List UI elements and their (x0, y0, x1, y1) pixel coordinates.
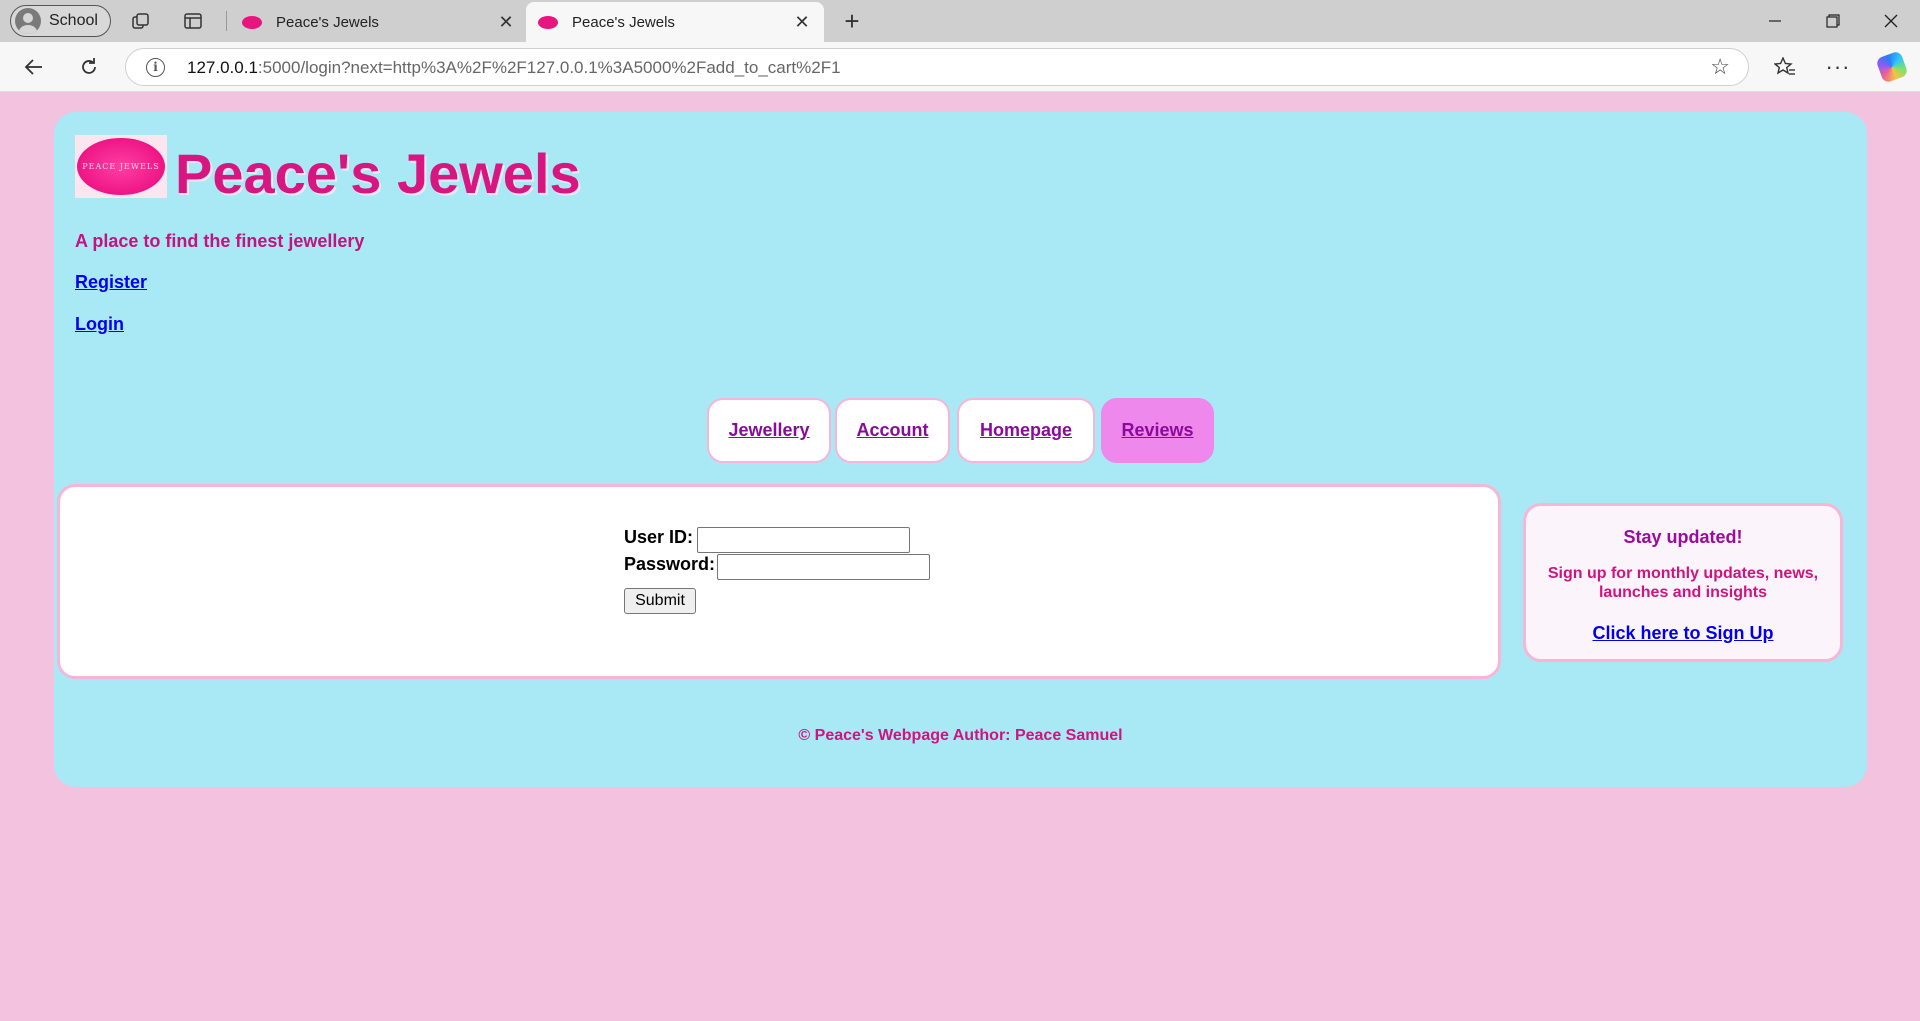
user-id-label: User ID: (624, 527, 694, 547)
page-viewport: PEACE JEWELS Peace's Jewels A place to f… (4, 93, 1916, 1017)
nav-reviews[interactable]: Reviews (1101, 398, 1214, 463)
workspaces-icon[interactable] (126, 6, 156, 36)
restore-icon[interactable] (1810, 4, 1856, 38)
browser-tab-bar: School Peace's Jewels ✕ Peace's Jewels ✕… (0, 0, 1920, 42)
profile-button[interactable]: School (10, 5, 111, 37)
site-favicon-icon (242, 15, 262, 29)
nav-account[interactable]: Account (835, 398, 950, 463)
profile-avatar-icon (15, 8, 41, 34)
close-tab-icon[interactable]: ✕ (792, 12, 812, 33)
site-favicon-icon (538, 15, 558, 29)
tab-title: Peace's Jewels (572, 13, 675, 31)
address-bar[interactable]: i 127.0.0.1:5000/login?next=http%3A%2F%2… (125, 48, 1749, 86)
user-id-input[interactable] (697, 527, 910, 553)
site-title: Peace's Jewels (175, 142, 581, 205)
favorite-star-icon[interactable]: ☆ (1710, 54, 1730, 80)
register-link[interactable]: Register (75, 272, 147, 293)
close-tab-icon[interactable]: ✕ (496, 12, 516, 33)
tab-separator (226, 11, 227, 31)
url-text[interactable]: 127.0.0.1:5000/login?next=http%3A%2F%2F1… (187, 58, 841, 78)
submit-button[interactable]: Submit (624, 588, 696, 614)
back-arrow-icon[interactable] (16, 50, 52, 84)
browser-tab-2[interactable]: Peace's Jewels ✕ (526, 2, 824, 42)
nav-jewellery[interactable]: Jewellery (707, 398, 831, 463)
site-tagline: A place to find the finest jewellery (75, 231, 365, 251)
new-tab-icon[interactable]: + (836, 6, 868, 36)
refresh-icon[interactable] (71, 50, 107, 84)
close-window-icon[interactable] (1868, 4, 1914, 38)
main-container: PEACE JEWELS Peace's Jewels A place to f… (54, 112, 1867, 787)
tab-title: Peace's Jewels (276, 13, 379, 31)
login-panel: User ID: Password: Submit (57, 484, 1501, 679)
minimize-icon[interactable] (1752, 4, 1798, 38)
footer-text: © Peace's Webpage Author: Peace Samuel (798, 727, 1123, 744)
signup-title: Stay updated! (1623, 527, 1743, 547)
browser-tab-1[interactable]: Peace's Jewels ✕ (230, 2, 528, 42)
logo-text: PEACE JEWELS (82, 162, 160, 171)
favorites-icon[interactable] (1767, 50, 1803, 84)
login-link[interactable]: Login (75, 314, 124, 335)
password-label: Password: (624, 554, 716, 574)
browser-toolbar: i 127.0.0.1:5000/login?next=http%3A%2F%2… (0, 42, 1920, 92)
signup-description: Sign up for monthly updates, news, launc… (1547, 565, 1819, 601)
signup-link[interactable]: Click here to Sign Up (1526, 623, 1840, 644)
signup-panel: Stay updated! Sign up for monthly update… (1523, 503, 1843, 662)
tab-actions-icon[interactable] (178, 6, 208, 36)
site-logo: PEACE JEWELS (75, 135, 167, 198)
copilot-icon[interactable] (1874, 50, 1910, 84)
profile-label: School (49, 12, 98, 29)
more-options-icon[interactable]: ··· (1820, 50, 1856, 84)
nav-homepage[interactable]: Homepage (957, 398, 1095, 463)
site-info-icon[interactable]: i (146, 58, 165, 77)
password-input[interactable] (717, 554, 930, 580)
